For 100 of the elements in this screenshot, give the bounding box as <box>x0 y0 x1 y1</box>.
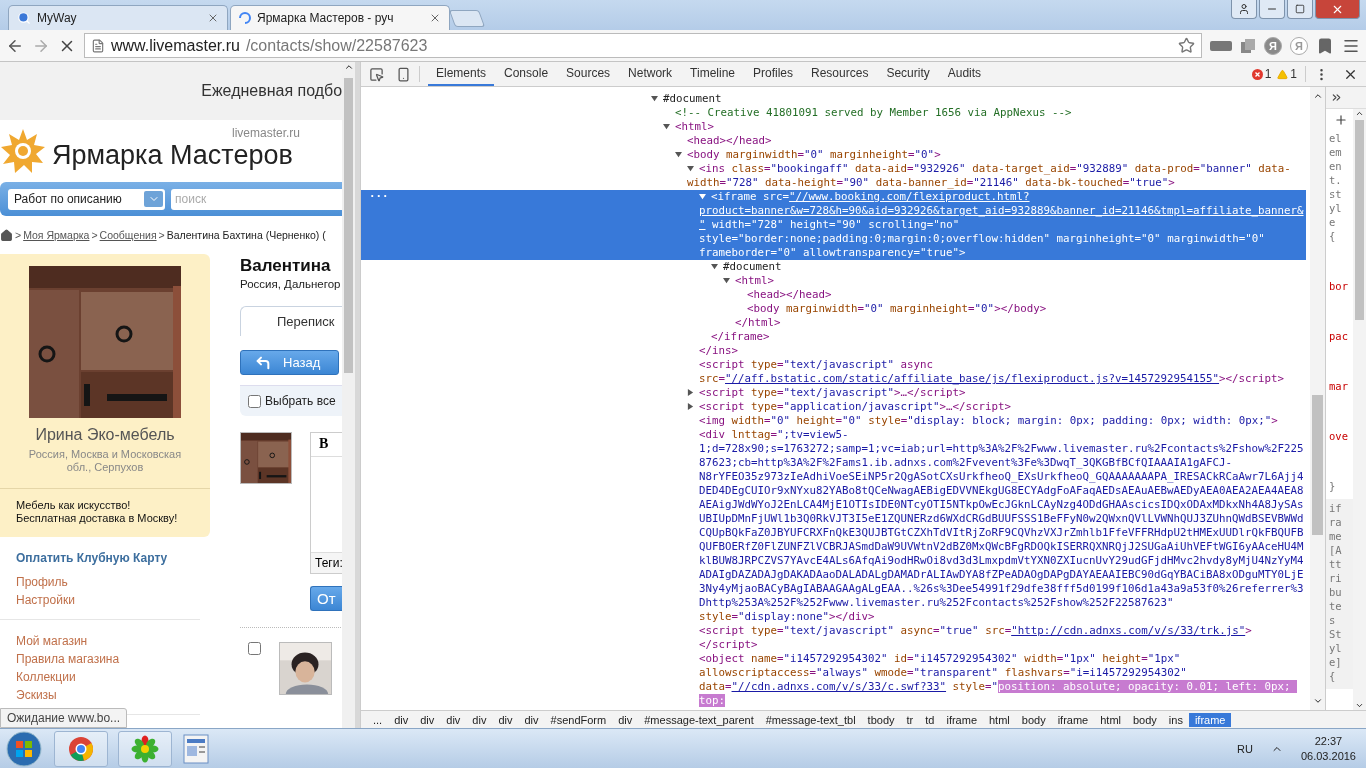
close-window-button[interactable] <box>1315 0 1360 19</box>
dom-node-row[interactable]: <head></head> <box>361 134 1306 148</box>
sidebar-link[interactable]: Настройки <box>16 593 184 607</box>
breadcrumb-item[interactable]: iframe <box>1051 712 1095 727</box>
dom-node-row[interactable]: </html> <box>361 316 1306 330</box>
scroll-up-icon[interactable] <box>1355 109 1364 118</box>
breadcrumb-item[interactable]: div <box>518 712 545 727</box>
breadcrumb-item[interactable]: tr <box>900 712 920 727</box>
inspect-icon[interactable] <box>369 66 384 82</box>
breadcrumb-item[interactable]: div <box>388 712 415 727</box>
breadcrumb-item[interactable]: ... <box>367 712 389 727</box>
breadcrumb-item[interactable]: div <box>466 712 493 727</box>
search-field[interactable]: поиск <box>171 188 343 210</box>
site-logo-text[interactable]: Ярмарка Мастеров <box>52 139 293 171</box>
error-count[interactable]: 1 <box>1264 67 1272 81</box>
dom-node-row[interactable]: ··· <iframe src="//www.booking.com/flexiproduct.html?product=banner&w=728&h=90&aid=932926&target_aid=932889&banner_id=21146&tmpl=affiliate_banner&" width="728" height="90" scrolling="no" style="border:none;padding:0;margin:0;overflow:hidden" marginheight="0" marginwidth="0" frameborder="0" allowtransparency="true"> <box>361 190 1306 260</box>
devtools-tab[interactable]: Timeline <box>682 62 743 86</box>
dom-node-row[interactable]: </iframe> <box>361 330 1306 344</box>
disclosure-triangle-icon[interactable] <box>687 165 694 172</box>
breadcrumb-item[interactable]: #message-text_parent <box>638 712 760 727</box>
close-icon[interactable] <box>429 12 441 24</box>
dom-node-row[interactable]: <script type="application/javascript">…</script> <box>361 400 1306 414</box>
new-tab-button[interactable] <box>448 10 486 27</box>
dom-node-row[interactable]: <head></head> <box>361 288 1306 302</box>
expand-icon[interactable] <box>1330 91 1343 104</box>
category-select[interactable]: Работ по описанию <box>8 188 165 210</box>
scrollbar-thumb[interactable] <box>344 78 354 373</box>
dom-node-row[interactable]: <div lnttag=";tv=view5-1;d=728x90;s=1763272;samp=1;vc=iab;url=http%3A%2F%2Fwww.livemaster.ru%2Fcontacts%2Fshow%2F22587623;cb=http%3A%2F%2Fams1.ib.adnxs.com%2Fvevent%3Fe%3DwqT_3QKGBfBCfQIAAAIA1gAFCJ-N8rYFEO35z973zIeAdhiVoeSEiNP5r2QgASotCXsUrkfheoQ_EXsUrkfheoQ_GQAAAAAAAPA_IRESACkRCaAwr7L6Ajj4DED4DEgCUIOr9xNYxu82YABo8tQCeNwagAEBigEDVVNEkgUG8ECYAdgFoAFaqAEDsAEAuAEBwAEDyAEA0AEA2AEA4AEA8AEAigJWdWYoJ2EnLCA4MjE1OTIsIDE0NTcyOTI5NTkpOwEcJGknLCAyNzg4ODdGHAAscicsIDQxODAxMDkxNh4A8JySAsUBIUpDMnFjUWl1b3Q0RkVJT3I5eE1ZQUNERzd6WXdCRGdBUUFSSS1BeFFyN0w2QWxnQVlLVWNhQUJ3ZUhnQWdBSEVBWWdCQUpBQkFaZ0JBYUFCRXFnQkE3QUJBTGtCZXhTdVItRjZoRF9CQVhzVXJrZmhlb1FfeVFFRHdpU2tHMExUUDlrQkFBQUFBQUFBOERfZ0FlZUNFZlVCBRJASmdDaW9UVWtnV2dBZ0MxQWcBFgRDOQkISERRQXNRQjJ2SUGaAiUhVEFtWGI6yAAceHU4MklBUW8JRPCZVS7YAvcE4ALs6AfqAi9odHRwOi8vd3d3LmxpdmVtYXN0ZXIucnUvY29udGFjdHMvc2hvdy8yMjU4NzYyM4ADAIgDAZADAJgDAKADAaoDALADALgDAMADrALIAwDYA8fZPeADAOgDAPgDAYAEAAIEBC90dGqYBACiBA8xODguMTY0LjE3Ny4yMjaoBACyBAgIABAAGAAgALgEAA..%26s%3Dee54991f29dfe38fff5d0199f106d1a43a9a53f0%26referrer%3Dhttp%253A%252F%252Fwww.livemaster.ru%252Fcontacts%252Fshow%252F22587623" style="display:none"></div> <box>361 428 1306 624</box>
breadcrumb-item[interactable]: div <box>492 712 519 727</box>
dom-node-row[interactable]: <script type="text/javascript" async="true" src="http://cdn.adnxs.com/v/s/33/trk.js"></script> <box>361 624 1306 652</box>
dom-node-row[interactable]: </ins> <box>361 344 1306 358</box>
scrollbar-thumb[interactable] <box>1355 120 1364 320</box>
disclosure-triangle-icon[interactable] <box>711 263 718 270</box>
style-property[interactable]: pac <box>1329 329 1353 343</box>
disclosure-triangle-icon[interactable] <box>651 95 658 102</box>
devtools-tab[interactable]: Audits <box>939 62 990 86</box>
sidebar-link[interactable]: Правила магазина <box>16 652 184 666</box>
dom-node-row[interactable]: <html> <box>361 120 1306 134</box>
breadcrumb-item[interactable]: div <box>612 712 639 727</box>
dom-tree-scrollbar[interactable] <box>1310 87 1325 710</box>
message-checkbox[interactable] <box>248 642 261 655</box>
styles-scrollbar[interactable] <box>1353 109 1366 710</box>
breadcrumb-item[interactable]: td <box>919 712 941 727</box>
devtools-tab[interactable]: Network <box>620 62 681 86</box>
breadcrumb-item[interactable]: body <box>1015 712 1052 727</box>
breadcrumb-link[interactable]: Сообщения <box>99 229 157 241</box>
scroll-down-icon[interactable] <box>1312 696 1323 706</box>
bookmark-icon[interactable] <box>1316 36 1334 55</box>
disclosure-triangle-icon[interactable] <box>687 389 694 396</box>
sidebar-link[interactable]: Эскизы <box>16 688 184 702</box>
select-all-checkbox[interactable] <box>248 394 261 408</box>
shop-name[interactable]: Ирина Эко-мебель <box>35 426 175 444</box>
add-rule-icon[interactable] <box>1334 113 1348 127</box>
breadcrumb-item[interactable]: #message-text_tbl <box>759 712 862 727</box>
breadcrumb-item[interactable]: ins <box>1162 712 1189 727</box>
devtools-tab[interactable]: Elements <box>428 62 495 86</box>
home-icon[interactable] <box>0 228 13 242</box>
breadcrumb-link[interactable]: Моя Ярмарка <box>23 229 90 241</box>
browser-tab[interactable]: MyWay <box>8 5 228 30</box>
style-property[interactable]: ove <box>1329 429 1353 443</box>
devtools-tab[interactable]: Security <box>878 62 938 86</box>
style-property[interactable]: mar <box>1329 379 1353 393</box>
document-app-icon[interactable] <box>182 733 210 764</box>
select-all-label[interactable]: Выбрать все <box>265 394 336 408</box>
disclosure-triangle-icon[interactable] <box>675 151 682 158</box>
devtools-tab[interactable]: Sources <box>558 62 619 86</box>
bookmark-star-icon[interactable] <box>1178 37 1195 54</box>
scroll-up-icon[interactable] <box>1312 91 1323 101</box>
dom-node-row[interactable]: <script type="text/javascript">…</script> <box>361 386 1306 400</box>
style-property[interactable]: bor <box>1329 279 1353 293</box>
dom-node-row[interactable]: <!-- Creative 41801091 served by Member 1656 via AppNexus --> <box>361 106 1306 120</box>
breadcrumb-item[interactable]: div <box>440 712 467 727</box>
dom-node-row[interactable]: <body marginwidth="0" marginheight="0"></body> <box>361 302 1306 316</box>
breadcrumb-item[interactable]: html <box>1094 712 1127 727</box>
scroll-up-icon[interactable] <box>343 62 354 72</box>
sidebar-link[interactable]: Коллекции <box>16 670 184 684</box>
breadcrumb-item[interactable]: div <box>414 712 441 727</box>
disclosure-triangle-icon[interactable] <box>699 193 706 200</box>
start-orb-icon[interactable] <box>4 729 44 768</box>
sidebar-link[interactable]: Профиль <box>16 575 184 589</box>
sidebar-link[interactable]: Мой магазин <box>16 634 184 648</box>
select-all-bar[interactable]: Выбрать все <box>240 385 343 416</box>
breadcrumb-item[interactable]: html <box>983 712 1016 727</box>
taskbar-button[interactable] <box>54 730 108 767</box>
disclosure-triangle-icon[interactable] <box>663 123 670 130</box>
scroll-down-icon[interactable] <box>1355 701 1364 710</box>
address-bar[interactable]: www.livemaster.ru /contacts/show/22587623 <box>84 33 1202 58</box>
breadcrumb-item[interactable]: iframe <box>1188 712 1232 727</box>
language-indicator[interactable]: RU <box>1237 742 1253 755</box>
disclosure-triangle-icon[interactable] <box>723 277 730 284</box>
devtools-tab[interactable]: Console <box>496 62 557 86</box>
dom-node-row[interactable]: <img width="0" height="0" style="display: block; margin: 0px; padding: 0px; width: 0px;"> <box>361 414 1306 428</box>
taskbar-button[interactable] <box>118 730 172 767</box>
extension-icon[interactable] <box>1210 38 1232 53</box>
sidebar-link[interactable]: Оплатить Клубную Карту <box>16 551 184 565</box>
devtools-tab[interactable]: Resources <box>803 62 877 86</box>
dom-node-row[interactable]: <ins class="bookingaff" data-aid="932926" data-target_aid="932889" data-prod="banner" data-width="728" data-height="90" data-banner_id="21146" data-bk-touched="true"> <box>361 162 1306 190</box>
dom-node-row[interactable]: <body marginwidth="0" marginheight="0"> <box>361 148 1306 162</box>
maximize-button[interactable] <box>1287 0 1313 19</box>
scrollbar-thumb[interactable] <box>1312 395 1323 535</box>
